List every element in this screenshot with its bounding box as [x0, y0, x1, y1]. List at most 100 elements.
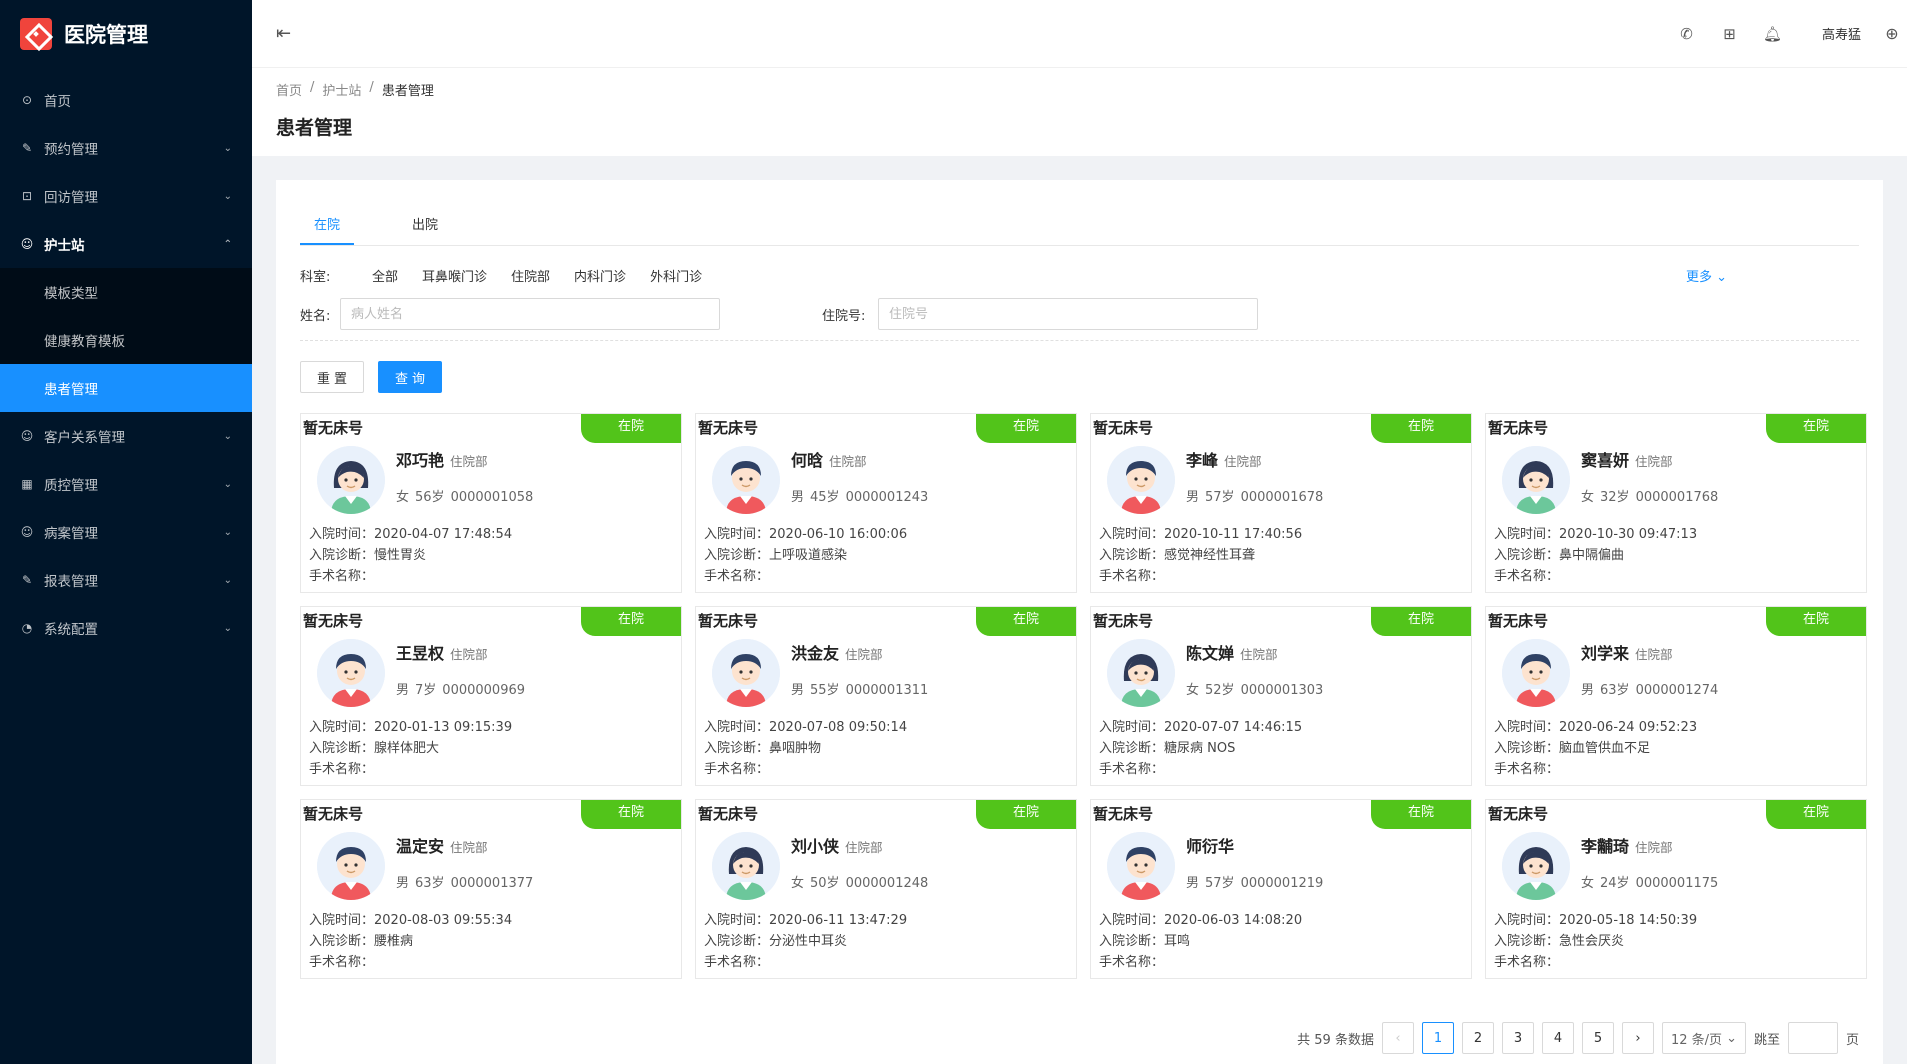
admit-time-value: 2020-07-07 14:46:15 — [1164, 720, 1303, 735]
page-suffix: 页 — [1845, 1032, 1859, 1048]
app-title: 医院管理 — [64, 23, 148, 47]
patient-meta: 男 63岁 0000001274 — [1581, 679, 1724, 698]
breadcrumb-home[interactable]: 首页 — [276, 80, 302, 99]
dept-tag-inpatient[interactable]: 住院部 — [511, 266, 550, 285]
admission-number-input[interactable] — [878, 298, 1258, 330]
admit-time-label: 入院时间： — [309, 913, 375, 928]
dept-tag-ent[interactable]: 耳鼻喉门诊 — [422, 266, 487, 285]
pagination-total: 共 59 条数据 — [1297, 1032, 1374, 1048]
chevron-down-icon: ⌄ — [223, 430, 232, 442]
patient-age: 52岁 — [1205, 683, 1235, 698]
more-filters-link[interactable]: 更多 ⌄ — [1686, 266, 1727, 285]
patient-avatar — [712, 639, 780, 707]
admit-diag-value: 分泌性中耳炎 — [769, 934, 848, 949]
sidebar-item-quality[interactable]: ▦ 质控管理 ⌄ — [0, 460, 252, 508]
admit-time-label: 入院时间： — [1099, 720, 1165, 735]
sidebar-item-template-types[interactable]: 模板类型 — [0, 268, 252, 316]
chevron-down-icon: ⌄ — [223, 190, 232, 202]
patient-card[interactable]: 暂无床号 在院 李峰 住院部男 57岁 0000001678 入院时间：2020-10-11… — [1090, 413, 1472, 593]
admit-time-line: 入院时间：2020-06-03 14:08:20 — [1099, 910, 1302, 931]
patient-age: 24岁 — [1600, 876, 1630, 891]
patient-sex: 女 — [791, 876, 805, 891]
dept-tag-all[interactable]: 全部 — [372, 266, 398, 285]
page-button-2[interactable]: 2 — [1461, 1022, 1494, 1054]
page-button-5[interactable]: 5 — [1581, 1022, 1614, 1054]
sidebar-item-health-education[interactable]: 健康教育模板 — [0, 316, 252, 364]
surgery-label: 手术名称： — [309, 762, 375, 777]
admit-time-line: 入院时间：2020-08-03 09:55:34 — [309, 910, 512, 931]
page-button-1[interactable]: 1 — [1421, 1022, 1454, 1054]
admit-diag-value: 耳鸣 — [1164, 934, 1191, 949]
patient-card[interactable]: 暂无床号 在院 窦喜妍 住院部女 32岁 0000001768 入院时间：2020-10-3… — [1485, 413, 1867, 593]
sidebar-item-records[interactable]: ☺ 病案管理 ⌄ — [0, 508, 252, 556]
breadcrumb-current: 患者管理 — [381, 84, 434, 99]
admit-time-label: 入院时间： — [1494, 720, 1560, 735]
surgery-line: 手术名称： — [1494, 952, 1697, 973]
page-button-4[interactable]: 4 — [1541, 1022, 1574, 1054]
sidebar-item-label: 健康教育模板 — [44, 334, 125, 350]
patient-card[interactable]: 暂无床号 在院 刘小侠 住院部女 50岁 0000001248 入院时间：2020-06-1… — [695, 799, 1077, 979]
page-size-select[interactable]: 12 条/页 ⌄ — [1661, 1022, 1746, 1054]
tab-inpatient[interactable]: 在院 — [300, 214, 355, 245]
patient-age: 56岁 — [415, 490, 445, 505]
patient-info: 入院时间：2020-05-18 14:50:39 入院诊断：急性会厌炎 手术名称： — [1494, 910, 1697, 973]
bed-number: 暂无床号 — [1093, 419, 1154, 437]
patient-card[interactable]: 暂无床号 在院 刘学来 住院部男 63岁 0000001274 入院时间：2020-06-2… — [1485, 606, 1867, 786]
sidebar-item-label: 客户关系管理 — [44, 430, 125, 446]
tab-discharged[interactable]: 出院 — [398, 214, 452, 245]
top-header: ⇤ ✆ ⊞ 🔔︎ 高寿猛 ⊕ — [252, 0, 1907, 68]
apps-icon[interactable]: ⊞ — [1708, 25, 1751, 43]
patient-sex: 男 — [791, 490, 805, 505]
patient-card[interactable]: 暂无床号 在院 洪金友 住院部男 55岁 0000001311 入院时间：2020-07-0… — [695, 606, 1077, 786]
breadcrumb-nurse-station[interactable]: 护士站 — [322, 80, 361, 99]
phone-icon[interactable]: ✆ — [1665, 25, 1708, 43]
globe-icon[interactable]: ⊕ — [1877, 24, 1907, 43]
patient-name: 刘学来 — [1581, 644, 1630, 663]
surgery-line: 手术名称： — [309, 759, 512, 780]
sidebar-item-followup[interactable]: ⊡ 回访管理 ⌄ — [0, 172, 252, 220]
jump-page-input[interactable] — [1787, 1022, 1838, 1054]
patient-card[interactable]: 暂无床号 在院 李黼琦 住院部女 24岁 0000001175 入院时间：2020-05-1… — [1485, 799, 1867, 979]
surgery-line: 手术名称： — [704, 952, 907, 973]
patient-info: 入院时间：2020-06-03 14:08:20 入院诊断：耳鸣 手术名称： — [1099, 910, 1302, 973]
patient-name-input[interactable] — [340, 298, 720, 330]
user-icon: ☺ — [20, 237, 34, 251]
sidebar-item-settings[interactable]: ◔ 系统配置 ⌄ — [0, 604, 252, 652]
next-page-button[interactable]: › — [1621, 1022, 1654, 1054]
bell-icon[interactable]: 🔔︎ — [1751, 25, 1794, 43]
patient-dept: 住院部 — [1224, 454, 1262, 469]
dashboard-icon: ◔ — [21, 621, 33, 635]
query-button[interactable]: 查询 — [378, 361, 442, 393]
chevron-down-icon: ⌄ — [1716, 269, 1727, 285]
sidebar-item-home[interactable]: ⊙ 首页 — [0, 76, 252, 124]
prev-page-button[interactable]: ‹ — [1381, 1022, 1414, 1054]
admit-diag-value: 慢性胃炎 — [374, 548, 427, 563]
patient-card[interactable]: 暂无床号 在院 邓巧艳 住院部女 56岁 0000001058 入院时间：2020-04-0… — [300, 413, 682, 593]
sidebar-item-crm[interactable]: ☺ 客户关系管理 ⌄ — [0, 412, 252, 460]
app-logo-area[interactable]: 医院管理 — [0, 0, 252, 68]
patient-id: 0000001248 — [845, 876, 929, 891]
patient-card[interactable]: 暂无床号 在院 王昱权 住院部男 7岁 0000000969 入院时间：2020-01-13… — [300, 606, 682, 786]
reset-button[interactable]: 重置 — [300, 361, 364, 393]
patient-name-line: 陈文婵 住院部 — [1186, 640, 1278, 664]
patient-card[interactable]: 暂无床号 在院 师衍华男 57岁 0000001219 入院时间：2020-06-03 1… — [1090, 799, 1472, 979]
dept-tag-surgery[interactable]: 外科门诊 — [650, 266, 702, 285]
sidebar-item-nurse-station[interactable]: ☺ 护士站 ⌃ — [0, 220, 252, 268]
patient-card[interactable]: 暂无床号 在院 陈文婵 住院部女 52岁 0000001303 入院时间：2020-07-0… — [1090, 606, 1472, 786]
page-button-3[interactable]: 3 — [1501, 1022, 1534, 1054]
status-badge: 在院 — [1766, 800, 1866, 829]
sidebar-item-patient-management[interactable]: 患者管理 — [0, 364, 252, 412]
sidebar-item-appointment[interactable]: ✎ 预约管理 ⌄ — [0, 124, 252, 172]
patient-age: 45岁 — [810, 490, 840, 505]
user-name[interactable]: 高寿猛 — [1822, 24, 1861, 43]
sidebar-item-reports[interactable]: ✎ 报表管理 ⌄ — [0, 556, 252, 604]
patient-sex: 女 — [1186, 683, 1200, 698]
surgery-line: 手术名称： — [1494, 759, 1697, 780]
admit-time-value: 2020-04-07 17:48:54 — [374, 527, 513, 542]
dept-tag-internal[interactable]: 内科门诊 — [574, 266, 626, 285]
admit-time-line: 入院时间：2020-10-11 17:40:56 — [1099, 524, 1302, 545]
patient-card[interactable]: 暂无床号 在院 温定安 住院部男 63岁 0000001377 入院时间：2020-08-0… — [300, 799, 682, 979]
menu-fold-icon[interactable]: ⇤ — [276, 23, 298, 44]
admit-time-line: 入院时间：2020-10-30 09:47:13 — [1494, 524, 1697, 545]
patient-card[interactable]: 暂无床号 在院 何晗 住院部男 45岁 0000001243 入院时间：2020-06-10… — [695, 413, 1077, 593]
